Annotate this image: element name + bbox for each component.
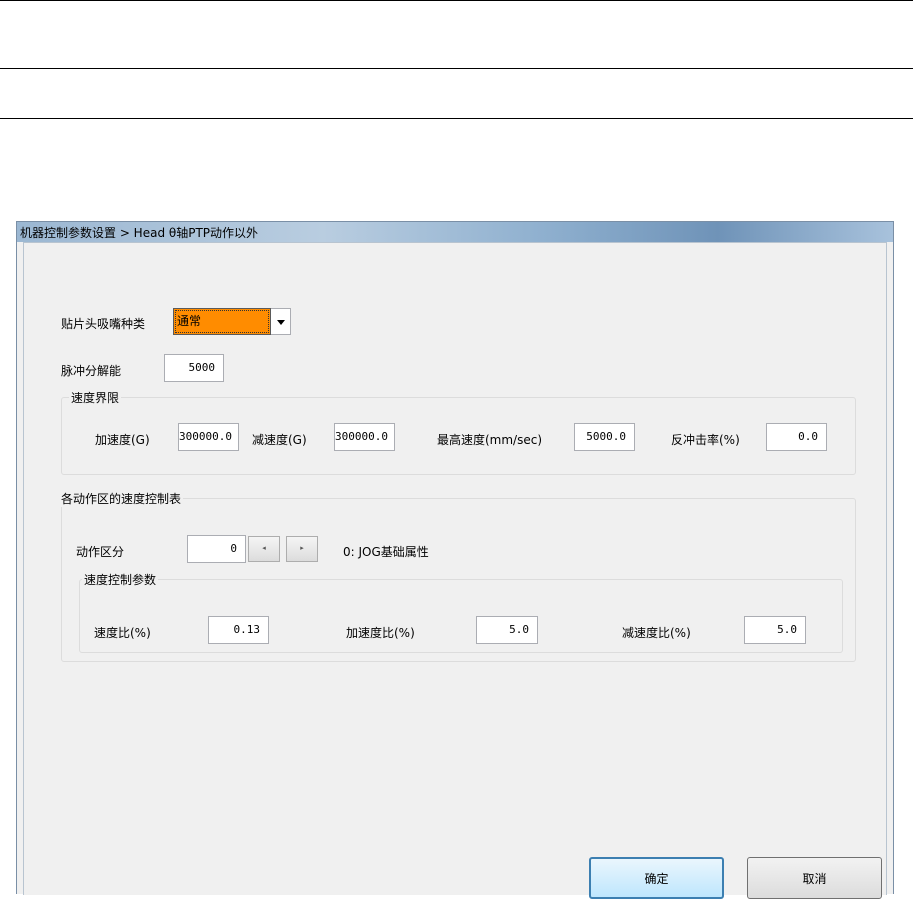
accel-input[interactable]: 300000.0 [178,423,239,451]
divider-line-bottom [0,118,913,119]
max-speed-label: 最高速度(mm/sec) [437,433,543,447]
decel-ratio-label: 减速度比(%) [622,626,691,640]
decel-ratio-input[interactable]: 5.0 [744,616,806,644]
accel-ratio-input[interactable]: 5.0 [476,616,538,644]
zone-prev-button[interactable]: ◂ [248,536,280,562]
divider-line-top [0,0,913,1]
divider-line-middle [0,68,913,69]
motion-zone-label: 动作区分 [76,545,125,559]
decel-label: 减速度(G) [252,433,307,447]
ok-button[interactable]: 确定 [589,857,724,899]
speed-limits-legend: 速度界限 [69,389,122,406]
speed-control-params-legend: 速度控制参数 [82,571,159,588]
max-speed-input[interactable]: 5000.0 [574,423,635,451]
speed-ratio-input[interactable]: 0.13 [208,616,269,644]
window-title: 机器控制参数设置 > Head θ轴PTP动作以外 [20,226,259,240]
speed-control-table-legend: 各动作区的速度控制表 [59,490,184,507]
pulse-resolution-input[interactable]: 5000 [164,354,224,382]
nozzle-type-dropdown-button[interactable] [271,308,291,335]
zone-next-button[interactable]: ▸ [286,536,318,562]
speed-control-params-group: 速度控制参数 [79,571,843,653]
nozzle-type-label: 贴片头吸嘴种类 [61,317,146,331]
recoil-rate-label: 反冲击率(%) [671,433,740,447]
speed-ratio-label: 速度比(%) [94,626,151,640]
accel-label: 加速度(G) [95,433,150,447]
accel-ratio-label: 加速度比(%) [346,626,415,640]
settings-dialog: 机器控制参数设置 > Head θ轴PTP动作以外 贴片头吸嘴种类 通常 脉冲分… [16,221,894,899]
chevron-down-icon [277,320,285,325]
cancel-button[interactable]: 取消 [747,857,882,899]
motion-zone-input[interactable]: 0 [187,535,246,563]
dialog-content: 贴片头吸嘴种类 通常 脉冲分解能 5000 速度界限 加速度(G) 300000… [23,242,887,899]
motion-zone-description: 0: JOG基础属性 [343,545,429,559]
decel-input[interactable]: 300000.0 [334,423,395,451]
pulse-resolution-label: 脉冲分解能 [61,364,122,378]
nozzle-type-select[interactable]: 通常 [173,308,271,335]
title-bar[interactable]: 机器控制参数设置 > Head θ轴PTP动作以外 [17,222,893,242]
recoil-rate-input[interactable]: 0.0 [766,423,827,451]
